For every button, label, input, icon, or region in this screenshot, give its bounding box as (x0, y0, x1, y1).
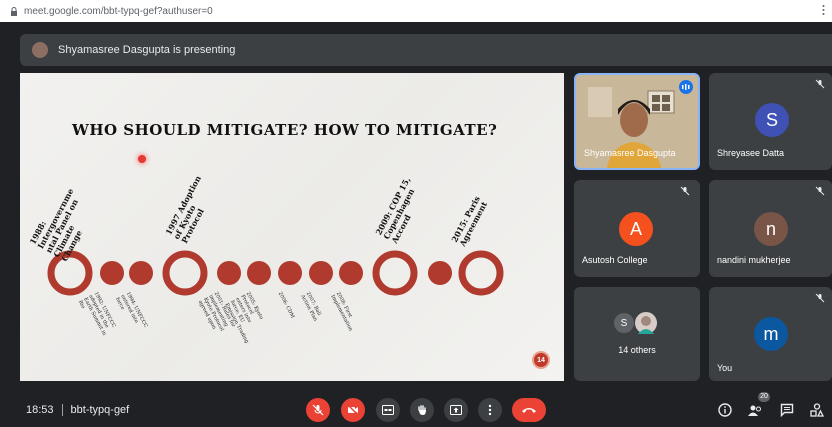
meeting-controls-bar: 18:53 bbt-typq-gef 20 (0, 390, 832, 427)
timeline-dot (339, 261, 363, 285)
participant-tile-self[interactable]: m You (709, 287, 832, 381)
presenting-text: Shyamasree Dasgupta is presenting (58, 44, 236, 56)
captions-icon (382, 405, 394, 415)
activities-button[interactable] (808, 401, 826, 419)
avatar: S (614, 313, 634, 333)
camera-off-icon (347, 404, 359, 416)
hand-icon (418, 405, 426, 415)
avatar: A (619, 212, 653, 246)
timeline-dot (247, 261, 271, 285)
mic-toggle-button[interactable] (306, 398, 330, 422)
clock: 18:53 (26, 404, 54, 416)
divider (61, 404, 63, 416)
timeline-dot (217, 261, 241, 285)
audio-wave-icon (682, 84, 690, 90)
leave-call-button[interactable] (512, 398, 546, 422)
more-vert-icon (488, 404, 492, 416)
participant-name: 14 others (618, 345, 656, 355)
mic-off-icon (312, 404, 324, 416)
mic-off-icon (815, 79, 825, 89)
participant-name: Shyamasree Dasgupta (584, 148, 676, 158)
participant-tile[interactable]: A Asutosh College (574, 180, 700, 277)
info-icon (718, 403, 732, 417)
more-options-icon[interactable] (821, 4, 826, 16)
meeting-details-button[interactable] (716, 401, 734, 419)
timeline-dot (309, 261, 333, 285)
present-screen-icon (450, 405, 462, 415)
timeline-big-circle (458, 250, 504, 296)
participant-tile-presenter[interactable]: Shyamasree Dasgupta (574, 73, 700, 170)
avatar: n (754, 212, 788, 246)
slide-number: 14 (532, 351, 550, 369)
camera-toggle-button[interactable] (341, 398, 365, 422)
url-text[interactable]: meet.google.com/bbt-typq-gef?authuser=0 (24, 6, 213, 17)
timeline-big-circle (372, 250, 418, 296)
present-now-button[interactable] (444, 398, 468, 422)
presenter-avatar (32, 42, 48, 58)
avatar-photo (634, 311, 658, 335)
chat-button[interactable] (778, 401, 796, 419)
meeting-info: 18:53 bbt-typq-gef (26, 404, 129, 416)
speaking-indicator (679, 80, 693, 94)
mic-off-icon (680, 186, 690, 196)
chat-icon (780, 403, 794, 417)
captions-button[interactable] (376, 398, 400, 422)
people-button[interactable] (746, 401, 764, 419)
participant-name: Shreyasee Datta (717, 148, 785, 158)
raise-hand-button[interactable] (410, 398, 434, 422)
meeting-code: bbt-typq-gef (70, 404, 130, 416)
participant-name: Asutosh College (582, 255, 648, 265)
avatar: S (755, 103, 789, 137)
hang-up-icon (522, 408, 536, 413)
participant-tile-others[interactable]: S 14 others (574, 287, 700, 381)
slide: WHO SHOULD MITIGATE? HOW TO MITIGATE? 19… (20, 73, 564, 381)
lock-icon (11, 6, 17, 16)
mic-off-icon (815, 186, 825, 196)
timeline-dot (278, 261, 302, 285)
people-count-badge: 20 (758, 392, 770, 402)
participant-name: You (717, 363, 733, 373)
activities-icon (810, 403, 824, 417)
people-icon (748, 405, 761, 416)
timeline-dot (428, 261, 452, 285)
timeline-big-circle (47, 250, 93, 296)
participant-name: nandini mukherjee (717, 255, 791, 265)
browser-url-bar[interactable]: meet.google.com/bbt-typq-gef?authuser=0 (0, 0, 832, 22)
participant-tile[interactable]: n nandini mukherjee (709, 180, 832, 277)
more-options-button[interactable] (478, 398, 502, 422)
presentation-area: WHO SHOULD MITIGATE? HOW TO MITIGATE? 19… (20, 73, 564, 381)
mic-off-icon (815, 293, 825, 303)
timeline-big-circle (162, 250, 208, 296)
timeline-dot (129, 261, 153, 285)
avatar: m (754, 317, 788, 351)
participant-tile[interactable]: S Shreyasee Datta (709, 73, 832, 170)
timeline-dot (100, 261, 124, 285)
presenting-banner: Shyamasree Dasgupta is presenting (20, 34, 832, 66)
